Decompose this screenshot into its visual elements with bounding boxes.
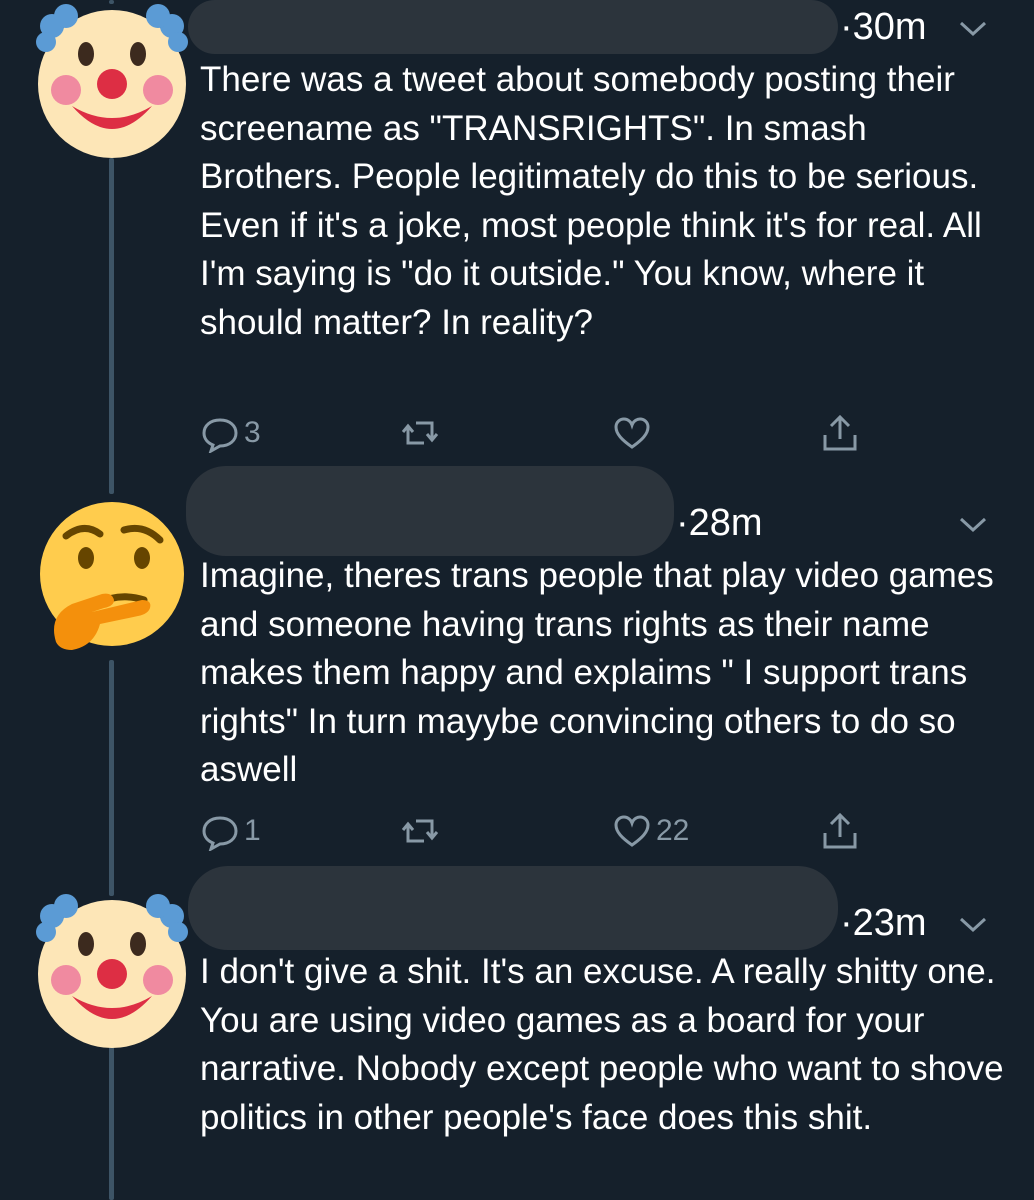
reply-icon [202, 816, 238, 851]
retweet-button[interactable] [400, 408, 440, 458]
heart-icon [614, 815, 650, 847]
thread-line [109, 158, 114, 494]
tweet-timestamp: ·23m [840, 902, 927, 944]
like-count: 22 [656, 814, 690, 847]
reply-button[interactable]: 1 [200, 806, 261, 856]
tweet-text: Imagine, theres trans people that play v… [200, 556, 994, 789]
clown-face-icon[interactable] [32, 892, 192, 1052]
heart-icon [614, 417, 650, 449]
retweet-icon [401, 819, 439, 843]
share-icon [823, 812, 857, 849]
reply-count: 1 [244, 814, 261, 847]
reply-count: 3 [244, 416, 261, 449]
tweet-actions: 1 22 [200, 806, 880, 856]
share-button[interactable] [820, 806, 860, 856]
share-icon [823, 414, 857, 451]
thread-line [109, 1046, 114, 1200]
like-button[interactable]: 22 [612, 806, 689, 856]
chevron-down-icon[interactable] [958, 20, 988, 38]
chevron-down-icon[interactable] [958, 916, 988, 934]
redacted-username [186, 466, 674, 556]
redacted-username [188, 866, 838, 950]
clown-face-icon[interactable] [32, 2, 192, 162]
chevron-down-icon[interactable] [958, 516, 988, 534]
tweet-text: I don't give a shit. It's an excuse. A r… [200, 952, 1004, 1137]
retweet-icon [401, 421, 439, 445]
like-button[interactable] [612, 408, 656, 458]
thread-line [109, 660, 114, 896]
redacted-username [188, 0, 838, 54]
retweet-button[interactable] [400, 806, 440, 856]
reply-button[interactable]: 3 [200, 408, 261, 458]
thinking-face-icon[interactable] [32, 496, 192, 656]
tweet-timestamp: ·30m [840, 6, 927, 48]
tweet-text: There was a tweet about somebody posting… [200, 60, 982, 342]
tweet-actions: 3 [200, 408, 880, 458]
tweet-timestamp: ·28m [676, 502, 763, 544]
share-button[interactable] [820, 408, 860, 458]
reply-icon [202, 418, 238, 453]
